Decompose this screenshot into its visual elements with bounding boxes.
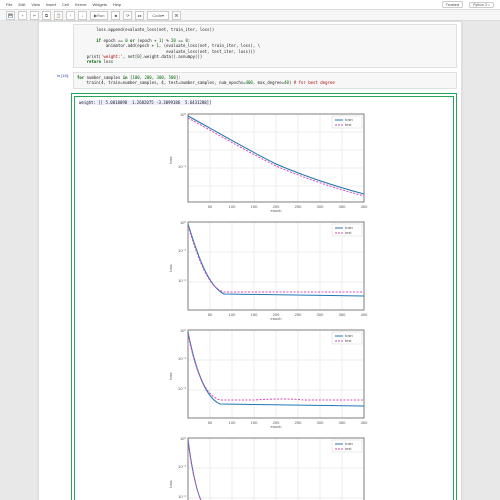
- code-text: loss.append(evaluate_loss(net, train_ite…: [73, 24, 457, 68]
- svg-text:300: 300: [317, 312, 324, 317]
- svg-text:epoch: epoch: [271, 424, 282, 428]
- menu-file[interactable]: File: [6, 2, 12, 7]
- svg-text:250: 250: [295, 420, 302, 425]
- svg-text:10⁰: 10⁰: [180, 328, 186, 333]
- paste-icon[interactable]: 📋: [54, 11, 63, 20]
- svg-text:50: 50: [208, 312, 213, 317]
- menu-cell[interactable]: Cell: [62, 2, 69, 7]
- save-icon[interactable]: 💾: [6, 11, 15, 20]
- svg-text:epoch: epoch: [271, 316, 282, 320]
- run-label: Run: [97, 13, 104, 18]
- svg-text:epoch: epoch: [271, 208, 282, 212]
- svg-text:300: 300: [317, 204, 324, 209]
- svg-text:400: 400: [361, 420, 368, 425]
- code-cell[interactable]: loss.append(evaluate_loss(net, train_ite…: [39, 22, 461, 70]
- chart-0: 10⁰10⁻¹ 50100150200250300350400 loss epo…: [154, 108, 374, 212]
- menu-widgets[interactable]: Widgets: [92, 2, 106, 7]
- code-cell-2[interactable]: In [15]: for number_samples in [100, 200…: [39, 70, 461, 91]
- svg-text:loss: loss: [168, 264, 173, 271]
- svg-text:10⁻²: 10⁻²: [178, 386, 187, 391]
- svg-text:test: test: [345, 338, 352, 343]
- svg-text:10⁰: 10⁰: [180, 436, 186, 441]
- trusted-label[interactable]: Trusted: [442, 1, 463, 8]
- menu-kernel[interactable]: Kernel: [75, 2, 87, 7]
- svg-text:test: test: [345, 446, 352, 451]
- svg-text:100: 100: [229, 312, 236, 317]
- svg-text:150: 150: [251, 204, 258, 209]
- svg-text:400: 400: [361, 312, 368, 317]
- move-down-icon[interactable]: ↓: [78, 11, 87, 20]
- svg-text:250: 250: [295, 312, 302, 317]
- menu-view[interactable]: View: [31, 2, 40, 7]
- svg-text:350: 350: [339, 312, 346, 317]
- celltype-select[interactable]: Code ▾: [147, 11, 169, 20]
- fastforward-icon[interactable]: ▸▸: [135, 11, 144, 20]
- svg-text:100: 100: [229, 420, 236, 425]
- svg-text:350: 350: [339, 204, 346, 209]
- svg-text:loss: loss: [168, 372, 173, 379]
- svg-text:test: test: [345, 230, 352, 235]
- toolbar: 💾 + ✂ ⧉ 📋 ↑ ↓ ▶ Run ■ ⟳ ▸▸ Code ▾ ⌘: [0, 10, 500, 21]
- celltype-label: Code: [152, 13, 162, 18]
- svg-text:10⁻¹: 10⁻¹: [178, 248, 187, 253]
- svg-text:10⁻¹: 10⁻¹: [178, 464, 187, 469]
- stop-icon[interactable]: ■: [111, 11, 120, 20]
- svg-text:loss: loss: [168, 480, 173, 487]
- move-up-icon[interactable]: ↑: [66, 11, 75, 20]
- cut-icon[interactable]: ✂: [30, 11, 39, 20]
- svg-text:150: 150: [251, 312, 258, 317]
- chart-svg: 10⁰10⁻¹ 50100150200250300350400 loss epo…: [154, 108, 374, 212]
- in-prompt: [43, 24, 69, 68]
- svg-text:50: 50: [208, 420, 213, 425]
- output-area: weight: [[ 5.0018098 1.2682075 -3.309918…: [71, 93, 457, 500]
- in-prompt-2: In [15]:: [43, 72, 69, 89]
- command-palette-icon[interactable]: ⌘: [172, 11, 181, 20]
- menubar: File Edit View Insert Cell Kernel Widget…: [0, 0, 500, 10]
- svg-text:300: 300: [317, 420, 324, 425]
- svg-text:10⁻¹: 10⁻¹: [178, 164, 187, 169]
- copy-icon[interactable]: ⧉: [42, 11, 51, 20]
- svg-text:250: 250: [295, 204, 302, 209]
- stdout-line: weight: [[ 5.0018098 1.2682075 -3.309918…: [77, 99, 451, 106]
- svg-text:150: 150: [251, 420, 258, 425]
- add-cell-icon[interactable]: +: [18, 11, 27, 20]
- svg-text:100: 100: [229, 204, 236, 209]
- notebook-body: loss.append(evaluate_loss(net, train_ite…: [38, 21, 462, 500]
- svg-text:10⁻²: 10⁻²: [178, 278, 187, 283]
- svg-text:400: 400: [361, 204, 368, 209]
- chart-2: 10⁰10⁻¹10⁻² 50100150200250300350400 loss…: [154, 324, 374, 428]
- menu-insert[interactable]: Insert: [46, 2, 56, 7]
- code-text-2: for number_samples in [100, 200, 300, 50…: [73, 72, 457, 89]
- page-root: File Edit View Insert Cell Kernel Widget…: [0, 0, 500, 500]
- menu-help[interactable]: Help: [113, 2, 121, 7]
- svg-text:10⁰: 10⁰: [180, 112, 186, 117]
- restart-icon[interactable]: ⟳: [123, 11, 132, 20]
- menu-edit[interactable]: Edit: [18, 2, 25, 7]
- svg-text:50: 50: [208, 204, 213, 209]
- chart-1: 10⁰10⁻¹10⁻² 50100150200250300350400 loss…: [154, 216, 374, 320]
- svg-text:10⁰: 10⁰: [180, 220, 186, 225]
- svg-text:350: 350: [339, 420, 346, 425]
- kernel-name[interactable]: Python 3: [473, 3, 487, 7]
- chart-3: 10⁰10⁻¹10⁻² 50100150200250300350400 loss…: [154, 432, 374, 500]
- svg-text:10⁻²: 10⁻²: [178, 494, 187, 499]
- svg-text:loss: loss: [168, 156, 173, 163]
- run-button[interactable]: ▶ Run: [90, 11, 108, 20]
- svg-text:test: test: [345, 122, 352, 127]
- svg-text:10⁻¹: 10⁻¹: [178, 356, 187, 361]
